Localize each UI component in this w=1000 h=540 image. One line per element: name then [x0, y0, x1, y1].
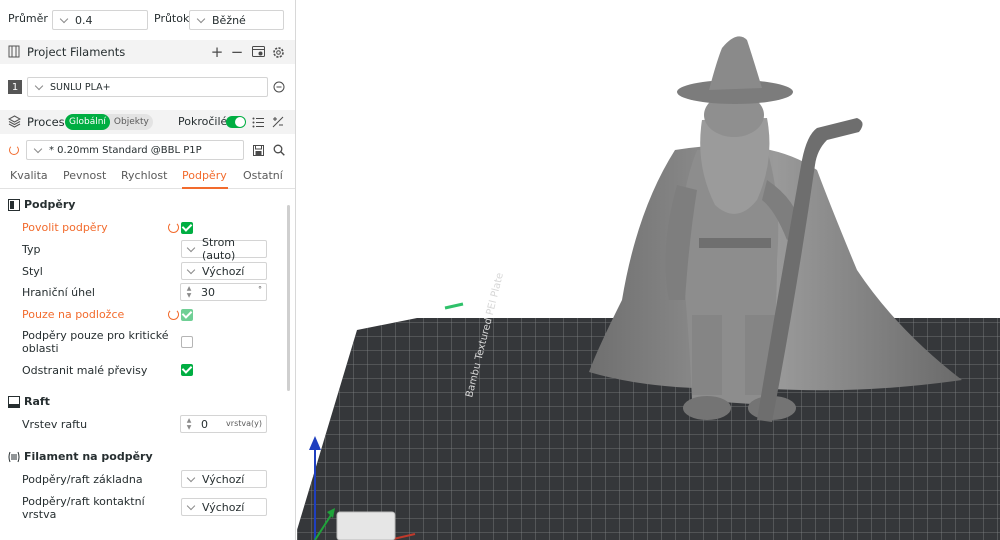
support-icon — [8, 198, 20, 211]
tab-supports[interactable]: Podpěry — [182, 169, 227, 182]
flow-select[interactable]: Běžné — [189, 10, 284, 30]
support-filament-title: Filament na podpěry — [24, 450, 153, 463]
support-interface-filament-label-line1: Podpěry/raft kontaktní — [22, 495, 145, 508]
chevron-down-icon — [59, 14, 69, 23]
support-type-value: Strom (auto) — [202, 236, 236, 262]
search-icon[interactable] — [272, 143, 285, 156]
chevron-down-icon — [186, 243, 196, 252]
threshold-angle-unit: ° — [258, 285, 262, 294]
support-base-filament-value: Výchozí — [202, 472, 245, 486]
critical-regions-label-line2: oblasti — [22, 342, 59, 355]
global-scope-button[interactable]: Globální — [65, 114, 110, 130]
chevron-down-icon — [186, 501, 196, 510]
raft-icon — [8, 395, 20, 408]
active-tab-indicator — [182, 187, 228, 189]
support-type-label: Typ — [22, 243, 41, 256]
threshold-angle-input[interactable]: ▲ ▼ 30 ° — [180, 283, 267, 301]
support-base-filament-select[interactable]: Výchozí — [181, 470, 267, 488]
critical-regions-label-line1: Podpěry pouze pro kritické — [22, 329, 169, 342]
settings-scrollbar[interactable] — [287, 205, 290, 391]
supports-title: Podpěry — [24, 198, 76, 211]
critical-regions-checkbox[interactable] — [181, 336, 193, 348]
process-header: Proces Globální Objekty Pokročilé — [0, 110, 295, 134]
spin-arrows-icon[interactable]: ▲ ▼ — [183, 284, 195, 300]
filament-name: SUNLU PLA+ — [50, 81, 111, 93]
nozzle-diameter-select[interactable]: 0.4 — [52, 10, 148, 30]
settings-panel: Průměr 0.4 Průtok Běžné Project Filament… — [0, 0, 296, 540]
layers-icon — [7, 115, 22, 128]
raft-layers-value: 0 — [201, 417, 208, 431]
filament-icon — [8, 45, 20, 58]
list-icon[interactable] — [251, 115, 265, 129]
enable-support-checkbox[interactable] — [181, 222, 193, 234]
process-preset-select[interactable]: * 0.20mm Standard @BBL P1P — [26, 140, 244, 160]
on-build-plate-checkbox[interactable] — [181, 309, 193, 321]
support-style-value: Výchozí — [202, 264, 245, 278]
raft-layers-label: Vrstev raftu — [22, 418, 88, 431]
remove-small-overhangs-label: Odstranit malé převisy — [22, 364, 148, 377]
on-build-plate-label: Pouze na podložce — [22, 308, 125, 321]
viewport-canvas: Bambu Textured PEI Plate — [297, 36, 1000, 540]
support-interface-filament-label-line2: vrstva — [22, 508, 57, 521]
save-preset-icon[interactable] — [252, 144, 264, 156]
support-style-label: Styl — [22, 265, 43, 278]
reset-icon[interactable] — [168, 309, 179, 320]
raft-title: Raft — [24, 395, 50, 408]
tab-strength[interactable]: Pevnost — [63, 169, 106, 182]
advanced-toggle[interactable] — [226, 116, 246, 128]
nozzle-diameter-value: 0.4 — [75, 13, 93, 27]
3d-viewport[interactable]: Bambu Textured PEI Plate — [297, 0, 1000, 540]
plate-marker — [444, 302, 464, 310]
chevron-down-icon — [33, 144, 43, 153]
advanced-label: Pokročilé — [178, 115, 228, 128]
chevron-down-icon — [196, 14, 206, 23]
raft-layers-unit: vrstva(y) — [226, 419, 262, 428]
wizard-model[interactable] — [589, 36, 962, 422]
remove-small-overhangs-checkbox[interactable] — [181, 364, 193, 376]
support-type-select[interactable]: Strom (auto) — [181, 236, 267, 262]
nozzle-diameter-label: Průměr — [8, 12, 48, 25]
filament-more-icon[interactable] — [273, 81, 285, 93]
support-style-select[interactable]: Výchozí — [181, 262, 267, 280]
add-filament-icon[interactable]: + — [210, 43, 224, 61]
threshold-angle-label: Hraniční úhel — [22, 286, 95, 299]
reset-icon[interactable] — [168, 222, 179, 233]
threshold-angle-value: 30 — [201, 285, 215, 299]
flow-label: Průtok — [154, 12, 190, 25]
spin-arrows-icon[interactable]: ▲ ▼ — [183, 416, 195, 432]
filament-settings-icon[interactable] — [251, 45, 265, 59]
tab-others[interactable]: Ostatní — [243, 169, 283, 182]
filament-slot-number: 1 — [8, 80, 22, 94]
chevron-down-icon — [34, 81, 44, 90]
enable-support-label: Povolit podpěry — [22, 221, 108, 234]
process-title: Proces — [27, 115, 65, 129]
tab-speed[interactable]: Rychlost — [121, 169, 167, 182]
tab-quality[interactable]: Kvalita — [10, 169, 48, 182]
project-filaments-header: Project Filaments + − — [0, 40, 295, 64]
project-filaments-title: Project Filaments — [27, 45, 126, 59]
filament-select[interactable]: SUNLU PLA+ — [27, 77, 268, 97]
support-base-filament-label: Podpěry/raft základna — [22, 473, 143, 486]
remove-filament-icon[interactable]: − — [230, 43, 244, 61]
raft-group-title: Raft — [8, 395, 50, 408]
support-interface-filament-value: Výchozí — [202, 500, 245, 514]
process-scope-toggle: Globální Objekty — [65, 114, 153, 130]
settings-tabs: Kvalita Pevnost Rychlost Podpěry Ostatní — [0, 165, 295, 189]
support-filament-group-title: Filament na podpěry — [8, 450, 153, 463]
process-preset-name: * 0.20mm Standard @BBL P1P — [49, 144, 202, 156]
filament-icon — [8, 451, 20, 463]
raft-layers-input[interactable]: ▲ ▼ 0 vrstva(y) — [180, 415, 267, 433]
compare-icon[interactable] — [271, 115, 285, 129]
gear-icon[interactable] — [271, 45, 285, 59]
supports-group-title: Podpěry — [8, 198, 75, 211]
reset-preset-icon[interactable] — [8, 144, 20, 156]
flow-value: Běžné — [212, 13, 246, 27]
chevron-down-icon — [186, 473, 196, 482]
chevron-down-icon — [186, 265, 196, 274]
support-interface-filament-select[interactable]: Výchozí — [181, 498, 267, 516]
objects-scope-button[interactable]: Objekty — [110, 114, 153, 130]
